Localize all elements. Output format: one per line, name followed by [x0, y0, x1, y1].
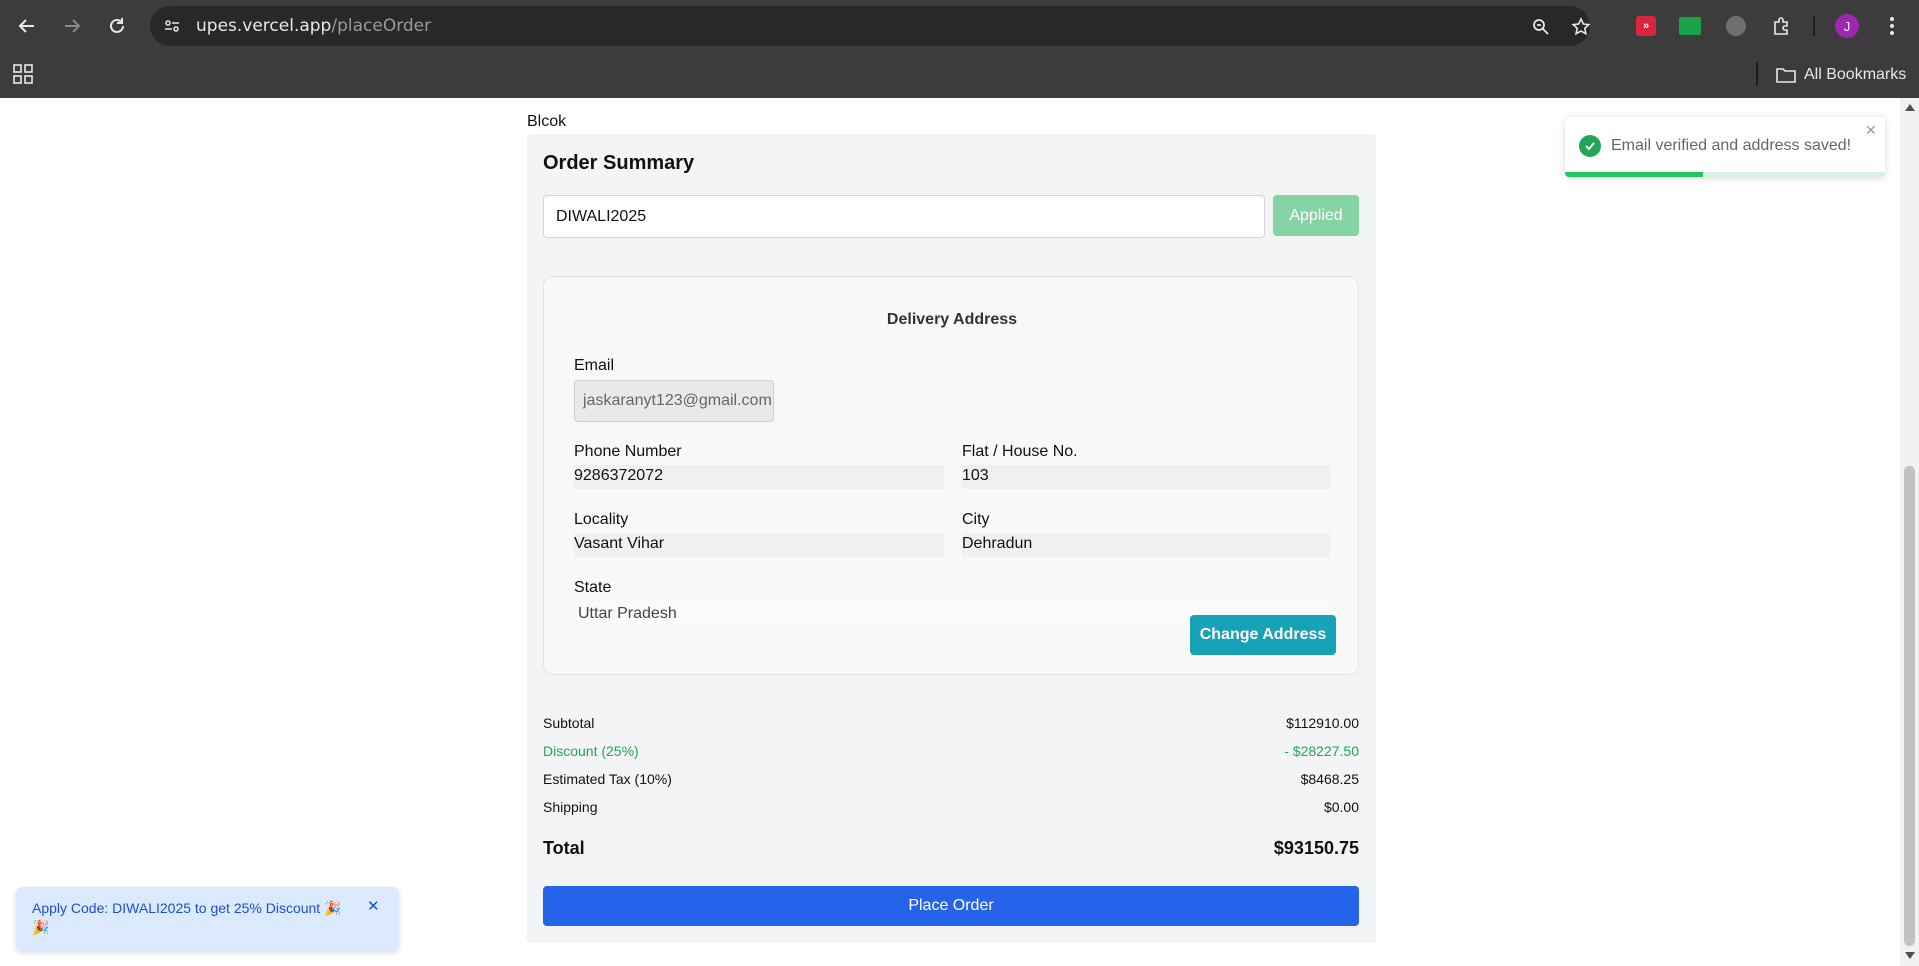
subtotal-row: Subtotal $112910.00	[543, 715, 1359, 731]
menu-kebab-icon[interactable]	[1878, 12, 1906, 40]
locality-field[interactable]: Vasant Vihar	[574, 533, 944, 557]
toolbar-divider	[1813, 16, 1815, 36]
promo-message: Apply Code: DIWALI2025 to get 25% Discou…	[32, 900, 342, 935]
email-field[interactable]	[574, 380, 774, 422]
bookmark-star-icon[interactable]	[1570, 16, 1592, 38]
browser-toolbar: upes.vercel.app/placeOrder » J	[0, 0, 1919, 52]
total-label: Total	[543, 838, 585, 858]
all-bookmarks-button[interactable]: All Bookmarks	[1776, 63, 1906, 87]
order-summary-title: Order Summary	[543, 152, 695, 174]
extension-green-icon[interactable]	[1676, 12, 1704, 40]
forward-icon[interactable]	[58, 12, 86, 40]
flat-field[interactable]: 103	[962, 465, 1330, 489]
zoom-icon[interactable]	[1530, 16, 1552, 38]
city-label: City	[962, 511, 990, 528]
page-content: Blcok Order Summary Applied Delivery Add…	[0, 98, 1900, 966]
locality-label: Locality	[574, 511, 629, 528]
delivery-address-title: Delivery Address	[886, 311, 1018, 328]
shipping-value: $0.00	[1323, 799, 1359, 815]
github-icon[interactable]	[1722, 12, 1750, 40]
back-icon[interactable]	[13, 12, 41, 40]
subtotal-value: $112910.00	[1286, 715, 1359, 731]
subtotal-label: Subtotal	[543, 715, 595, 731]
scroll-down-icon[interactable]	[1905, 952, 1915, 959]
email-label: Email	[574, 357, 615, 374]
extensions-puzzle-icon[interactable]	[1767, 12, 1795, 40]
promo-toast: Apply Code: DIWALI2025 to get 25% Discou…	[16, 887, 399, 951]
extension-red-icon[interactable]: »	[1632, 12, 1660, 40]
total-value: $93150.75	[1273, 838, 1359, 858]
phone-field[interactable]: 9286372072	[574, 465, 944, 489]
address-bar[interactable]: upes.vercel.app/placeOrder	[150, 6, 1592, 46]
place-order-button[interactable]: Place Order	[543, 886, 1359, 926]
delivery-address-box: Delivery Address Email Phone Number 9286…	[543, 276, 1359, 675]
bookmarks-divider	[1756, 62, 1758, 86]
bookmarks-bar: All Bookmarks	[0, 52, 1919, 98]
order-summary-card: Order Summary Applied Delivery Address E…	[527, 134, 1376, 943]
phone-label: Phone Number	[574, 443, 682, 460]
total-row: Total $93150.75	[543, 838, 1359, 859]
profile-avatar[interactable]: J	[1833, 12, 1861, 40]
page-scrollbar[interactable]	[1900, 98, 1919, 966]
tax-label: Estimated Tax (10%)	[543, 771, 672, 787]
apps-grid-icon[interactable]	[12, 63, 36, 87]
discount-label: Discount (25%)	[543, 743, 639, 759]
scroll-up-icon[interactable]	[1905, 104, 1915, 111]
page-heading-small: Blcok	[527, 113, 567, 130]
city-field[interactable]: Dehradun	[962, 533, 1330, 557]
check-circle-icon	[1579, 135, 1601, 157]
coupon-applied-button[interactable]: Applied	[1273, 195, 1359, 236]
shipping-label: Shipping	[543, 799, 598, 815]
toast-close-icon[interactable]: ✕	[1865, 122, 1877, 139]
success-toast: Email verified and address saved! ✕	[1565, 117, 1885, 177]
site-info-icon[interactable]	[162, 16, 182, 36]
folder-icon	[1776, 68, 1796, 83]
discount-row: Discount (25%) - $28227.50	[543, 743, 1359, 759]
tax-row: Estimated Tax (10%) $8468.25	[543, 771, 1359, 787]
reload-icon[interactable]	[103, 12, 131, 40]
change-address-button[interactable]: Change Address	[1190, 615, 1336, 655]
scrollbar-thumb[interactable]	[1904, 466, 1915, 946]
url-text: upes.vercel.app/placeOrder	[196, 16, 432, 36]
tax-value: $8468.25	[1300, 771, 1359, 787]
all-bookmarks-label: All Bookmarks	[1804, 66, 1907, 83]
state-label: State	[574, 579, 612, 596]
toast-progress-bar	[1565, 172, 1703, 177]
flat-label: Flat / House No.	[962, 443, 1078, 460]
discount-value: - $28227.50	[1284, 743, 1359, 759]
shipping-row: Shipping $0.00	[543, 799, 1359, 815]
promo-close-icon[interactable]: ✕	[367, 897, 380, 915]
toast-message: Email verified and address saved!	[1611, 137, 1852, 154]
coupon-input[interactable]	[543, 195, 1265, 238]
